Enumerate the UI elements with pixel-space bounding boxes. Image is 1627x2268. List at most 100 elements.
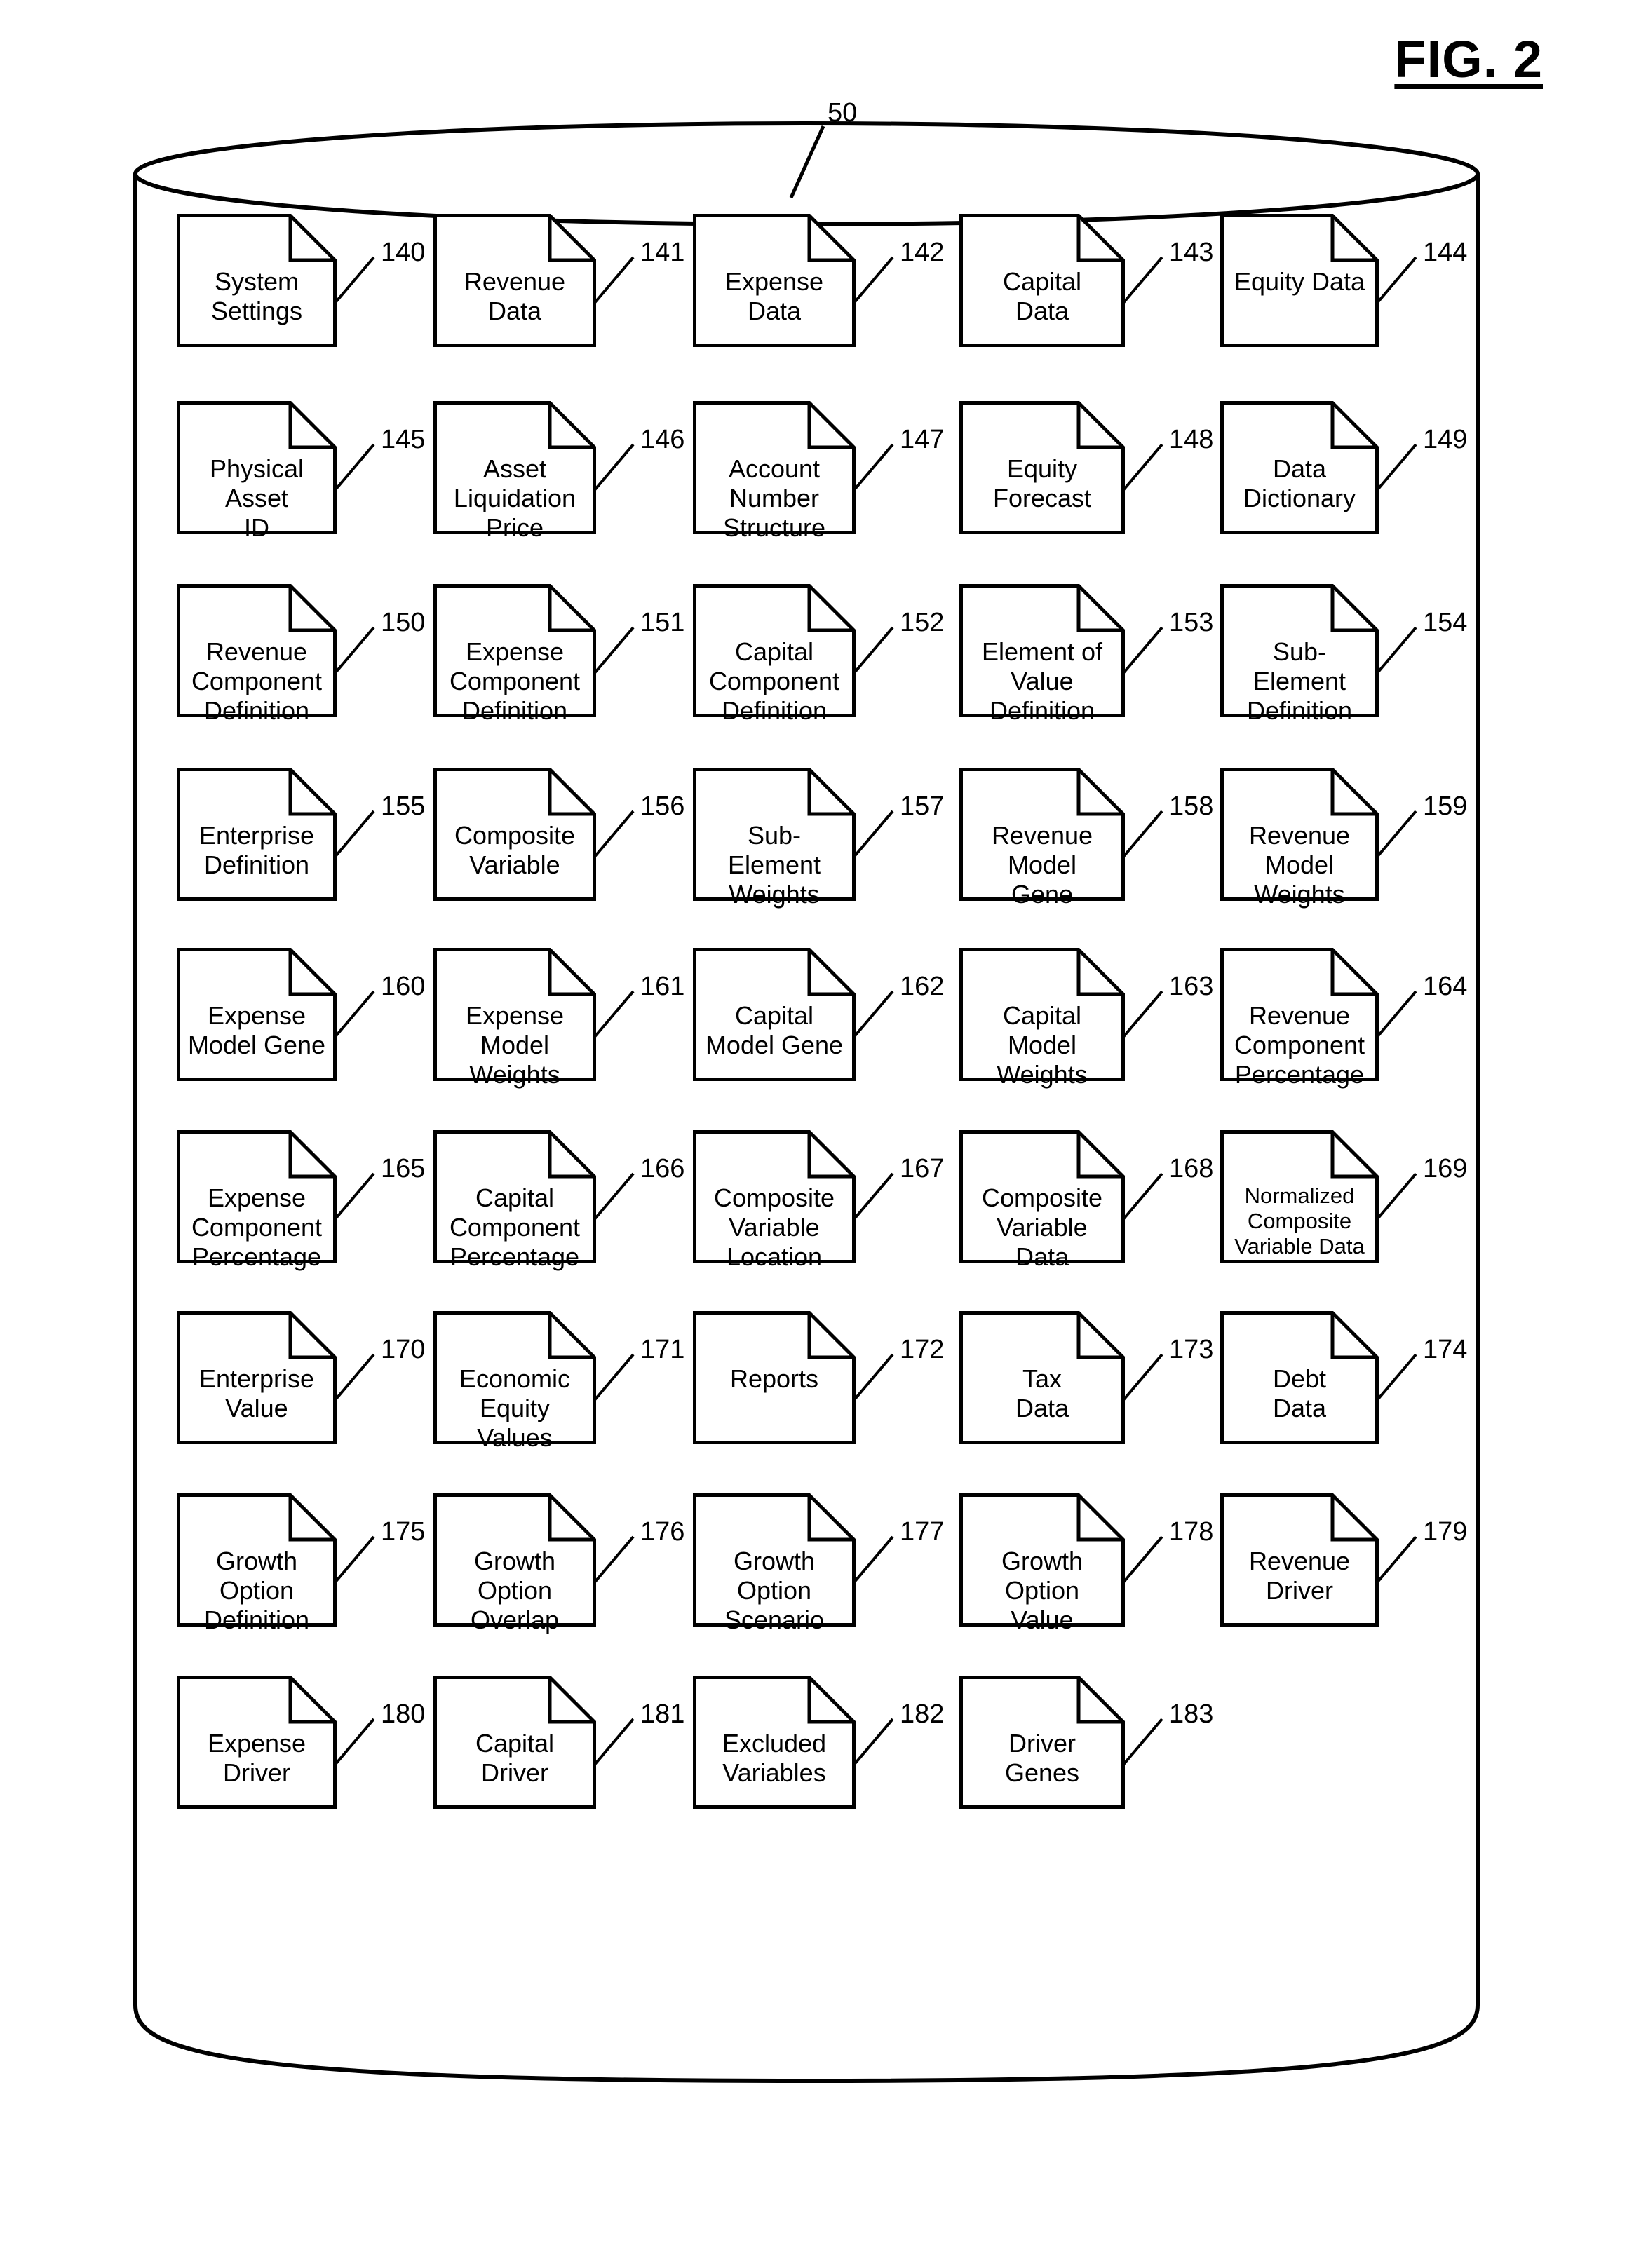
leader-line-178 — [1121, 1535, 1163, 1584]
document-icon-176: Growth Option Overlap — [433, 1493, 596, 1634]
reference-number-157: 157 — [900, 792, 945, 821]
document-icon-181: Capital Driver — [433, 1676, 596, 1809]
reference-number-164: 164 — [1423, 972, 1468, 1001]
document-icon-grid: System Settings 140 Revenue Data 141 Expense… — [0, 0, 1627, 2268]
page-outline-icon — [693, 1130, 856, 1263]
leader-line-153 — [1121, 626, 1163, 675]
page-outline-icon — [1220, 214, 1379, 347]
reference-number-154: 154 — [1423, 608, 1468, 637]
reference-number-163: 163 — [1169, 972, 1214, 1001]
leader-line-174 — [1375, 1353, 1417, 1402]
reference-number-152: 152 — [900, 608, 945, 637]
document-icon-163: Capital Model Weights — [959, 948, 1125, 1089]
page-outline-icon — [693, 1493, 856, 1627]
leader-line-183 — [1121, 1718, 1163, 1767]
reference-number-146: 146 — [640, 425, 685, 454]
page-outline-icon — [177, 214, 337, 347]
document-icon-177: Growth Option Scenario — [693, 1493, 856, 1634]
reference-number-150: 150 — [381, 608, 426, 637]
document-icon-164: Revenue Component Percentage — [1220, 948, 1379, 1089]
document-icon-182: Excluded Variables — [693, 1676, 856, 1809]
leader-line-140 — [333, 256, 375, 305]
reference-number-183: 183 — [1169, 1699, 1214, 1729]
reference-number-143: 143 — [1169, 238, 1214, 267]
leader-line-149 — [1375, 443, 1417, 492]
page-outline-icon — [177, 1130, 337, 1263]
page-outline-icon — [433, 401, 596, 534]
page-outline-icon — [959, 768, 1125, 901]
document-icon-179: Revenue Driver — [1220, 1493, 1379, 1627]
reference-number-173: 173 — [1169, 1335, 1214, 1364]
leader-line-166 — [593, 1172, 635, 1221]
leader-line-155 — [333, 810, 375, 859]
leader-line-154 — [1375, 626, 1417, 675]
document-icon-152: Capital Component Definition — [693, 584, 856, 725]
leader-line-161 — [593, 990, 635, 1039]
page-outline-icon — [959, 1311, 1125, 1444]
page-outline-icon — [693, 584, 856, 717]
leader-line-159 — [1375, 810, 1417, 859]
leader-line-147 — [852, 443, 894, 492]
document-icon-168: Composite Variable Data — [959, 1130, 1125, 1271]
document-icon-140: System Settings — [177, 214, 337, 347]
document-icon-142: Expense Data — [693, 214, 856, 347]
document-icon-159: Revenue Model Weights — [1220, 768, 1379, 909]
leader-line-173 — [1121, 1353, 1163, 1402]
reference-number-158: 158 — [1169, 792, 1214, 821]
reference-number-159: 159 — [1423, 792, 1468, 821]
page-outline-icon — [177, 1311, 337, 1444]
page-outline-icon — [1220, 1130, 1379, 1263]
reference-number-178: 178 — [1169, 1517, 1214, 1547]
document-icon-160: Expense Model Gene — [177, 948, 337, 1081]
reference-number-151: 151 — [640, 608, 685, 637]
page-outline-icon — [1220, 1311, 1379, 1444]
document-icon-175: Growth Option Definition — [177, 1493, 337, 1634]
reference-number-149: 149 — [1423, 425, 1468, 454]
page-outline-icon — [959, 1676, 1125, 1809]
leader-line-165 — [333, 1172, 375, 1221]
leader-line-167 — [852, 1172, 894, 1221]
leader-line-171 — [593, 1353, 635, 1402]
reference-number-168: 168 — [1169, 1154, 1214, 1183]
leader-line-176 — [593, 1535, 635, 1584]
page-outline-icon — [433, 1311, 596, 1444]
page-outline-icon — [433, 214, 596, 347]
page-outline-icon — [693, 401, 856, 534]
page-outline-icon — [693, 768, 856, 901]
reference-number-166: 166 — [640, 1154, 685, 1183]
reference-number-161: 161 — [640, 972, 685, 1001]
page-outline-icon — [1220, 768, 1379, 901]
document-icon-170: Enterprise Value — [177, 1311, 337, 1444]
leader-line-157 — [852, 810, 894, 859]
page-outline-icon — [959, 1493, 1125, 1627]
document-icon-171: Economic Equity Values — [433, 1311, 596, 1452]
reference-number-155: 155 — [381, 792, 426, 821]
document-icon-169: Normalized Composite Variable Data — [1220, 1130, 1379, 1263]
document-icon-166: Capital Component Percentage — [433, 1130, 596, 1271]
reference-number-144: 144 — [1423, 238, 1468, 267]
page-outline-icon — [693, 948, 856, 1081]
leader-line-170 — [333, 1353, 375, 1402]
document-icon-143: Capital Data — [959, 214, 1125, 347]
page-outline-icon — [959, 401, 1125, 534]
leader-line-160 — [333, 990, 375, 1039]
page-outline-icon — [433, 948, 596, 1081]
document-icon-145: Physical Asset ID — [177, 401, 337, 542]
reference-number-148: 148 — [1169, 425, 1214, 454]
leader-line-177 — [852, 1535, 894, 1584]
reference-number-172: 172 — [900, 1335, 945, 1364]
document-icon-156: Composite Variable — [433, 768, 596, 901]
leader-line-181 — [593, 1718, 635, 1767]
reference-number-179: 179 — [1423, 1517, 1468, 1547]
document-icon-154: Sub- Element Definition — [1220, 584, 1379, 725]
document-icon-153: Element of Value Definition — [959, 584, 1125, 725]
leader-line-162 — [852, 990, 894, 1039]
leader-line-144 — [1375, 256, 1417, 305]
page-outline-icon — [693, 1311, 856, 1444]
document-icon-173: Tax Data — [959, 1311, 1125, 1444]
leader-line-143 — [1121, 256, 1163, 305]
document-icon-165: Expense Component Percentage — [177, 1130, 337, 1271]
reference-number-141: 141 — [640, 238, 685, 267]
document-icon-167: Composite Variable Location — [693, 1130, 856, 1271]
leader-line-179 — [1375, 1535, 1417, 1584]
